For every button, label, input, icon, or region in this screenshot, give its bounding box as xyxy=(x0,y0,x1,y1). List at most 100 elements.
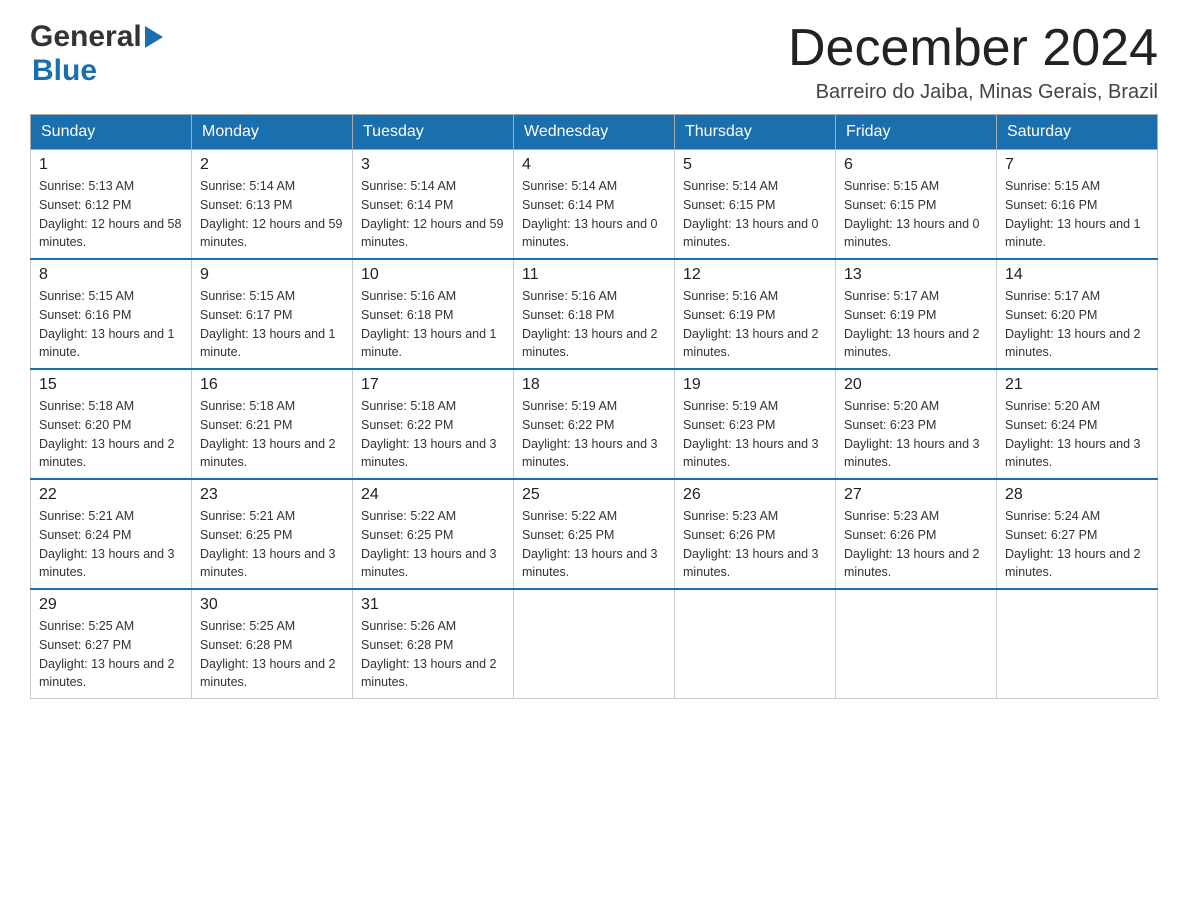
table-row: 20Sunrise: 5:20 AMSunset: 6:23 PMDayligh… xyxy=(836,369,997,479)
day-number: 21 xyxy=(1005,376,1149,394)
table-row xyxy=(836,589,997,699)
day-info: Sunrise: 5:14 AMSunset: 6:13 PMDaylight:… xyxy=(200,177,344,252)
table-row: 7 Sunrise: 5:15 AMSunset: 6:16 PMDaylight… xyxy=(997,150,1158,260)
table-row: 12Sunrise: 5:16 AMSunset: 6:19 PMDayligh… xyxy=(675,259,836,369)
table-row: 13 Sunrise: 5:17 AMSunset: 6:19 PMDayligh… xyxy=(836,259,997,369)
day-number: 22 xyxy=(39,486,183,504)
day-number: 13 xyxy=(844,266,988,284)
day-info: Sunrise: 5:17 AMSunset: 6:19 PMDaylight:… xyxy=(844,287,988,362)
calendar-header-row: Sunday Monday Tuesday Wednesday Thursday… xyxy=(31,115,1158,150)
calendar-week-row: 8 Sunrise: 5:15 AMSunset: 6:16 PMDaylight… xyxy=(31,259,1158,369)
day-info: Sunrise: 5:16 AMSunset: 6:18 PMDaylight:… xyxy=(522,287,666,362)
table-row: 29Sunrise: 5:25 AMSunset: 6:27 PMDayligh… xyxy=(31,589,192,699)
day-info: Sunrise: 5:15 AMSunset: 6:16 PMDaylight:… xyxy=(1005,177,1149,252)
day-info: Sunrise: 5:18 AMSunset: 6:20 PMDaylight:… xyxy=(39,397,183,472)
calendar-table: Sunday Monday Tuesday Wednesday Thursday… xyxy=(30,114,1158,699)
table-row: 14Sunrise: 5:17 AMSunset: 6:20 PMDayligh… xyxy=(997,259,1158,369)
day-number: 8 xyxy=(39,266,183,284)
day-number: 24 xyxy=(361,486,505,504)
day-info: Sunrise: 5:14 AMSunset: 6:14 PMDaylight:… xyxy=(522,177,666,252)
day-info: Sunrise: 5:19 AMSunset: 6:22 PMDaylight:… xyxy=(522,397,666,472)
day-info: Sunrise: 5:25 AMSunset: 6:28 PMDaylight:… xyxy=(200,617,344,692)
day-number: 2 xyxy=(200,156,344,174)
day-info: Sunrise: 5:26 AMSunset: 6:28 PMDaylight:… xyxy=(361,617,505,692)
day-number: 23 xyxy=(200,486,344,504)
table-row: 9 Sunrise: 5:15 AMSunset: 6:17 PMDaylight… xyxy=(192,259,353,369)
day-number: 26 xyxy=(683,486,827,504)
logo-general-text: General xyxy=(30,20,142,54)
logo-arrow-icon xyxy=(145,26,163,48)
table-row: 27 Sunrise: 5:23 AMSunset: 6:26 PMDayligh… xyxy=(836,479,997,589)
table-row: 19Sunrise: 5:19 AMSunset: 6:23 PMDayligh… xyxy=(675,369,836,479)
table-row: 2 Sunrise: 5:14 AMSunset: 6:13 PMDaylight… xyxy=(192,150,353,260)
table-row: 6Sunrise: 5:15 AMSunset: 6:15 PMDaylight… xyxy=(836,150,997,260)
col-thursday: Thursday xyxy=(675,115,836,150)
calendar-week-row: 15 Sunrise: 5:18 AMSunset: 6:20 PMDayligh… xyxy=(31,369,1158,479)
day-number: 10 xyxy=(361,266,505,284)
table-row: 17 Sunrise: 5:18 AMSunset: 6:22 PMDayligh… xyxy=(353,369,514,479)
day-number: 9 xyxy=(200,266,344,284)
table-row: 30 Sunrise: 5:25 AMSunset: 6:28 PMDayligh… xyxy=(192,589,353,699)
day-number: 6 xyxy=(844,156,988,174)
col-sunday: Sunday xyxy=(31,115,192,150)
table-row: 3Sunrise: 5:14 AMSunset: 6:14 PMDaylight… xyxy=(353,150,514,260)
day-number: 27 xyxy=(844,486,988,504)
day-info: Sunrise: 5:18 AMSunset: 6:21 PMDaylight:… xyxy=(200,397,344,472)
col-friday: Friday xyxy=(836,115,997,150)
day-info: Sunrise: 5:15 AMSunset: 6:16 PMDaylight:… xyxy=(39,287,183,362)
col-wednesday: Wednesday xyxy=(514,115,675,150)
day-number: 1 xyxy=(39,156,183,174)
calendar-week-row: 1 Sunrise: 5:13 AMSunset: 6:12 PMDaylight… xyxy=(31,150,1158,260)
table-row: 1 Sunrise: 5:13 AMSunset: 6:12 PMDaylight… xyxy=(31,150,192,260)
table-row: 31Sunrise: 5:26 AMSunset: 6:28 PMDayligh… xyxy=(353,589,514,699)
day-number: 30 xyxy=(200,596,344,614)
table-row: 15 Sunrise: 5:18 AMSunset: 6:20 PMDayligh… xyxy=(31,369,192,479)
day-info: Sunrise: 5:15 AMSunset: 6:17 PMDaylight:… xyxy=(200,287,344,362)
day-info: Sunrise: 5:22 AMSunset: 6:25 PMDaylight:… xyxy=(361,507,505,582)
day-info: Sunrise: 5:25 AMSunset: 6:27 PMDaylight:… xyxy=(39,617,183,692)
table-row: 24 Sunrise: 5:22 AMSunset: 6:25 PMDayligh… xyxy=(353,479,514,589)
day-number: 14 xyxy=(1005,266,1149,284)
table-row: 11 Sunrise: 5:16 AMSunset: 6:18 PMDayligh… xyxy=(514,259,675,369)
day-number: 15 xyxy=(39,376,183,394)
day-number: 4 xyxy=(522,156,666,174)
day-number: 7 xyxy=(1005,156,1149,174)
day-info: Sunrise: 5:24 AMSunset: 6:27 PMDaylight:… xyxy=(1005,507,1149,582)
day-number: 11 xyxy=(522,266,666,284)
day-info: Sunrise: 5:16 AMSunset: 6:19 PMDaylight:… xyxy=(683,287,827,362)
calendar-week-row: 29Sunrise: 5:25 AMSunset: 6:27 PMDayligh… xyxy=(31,589,1158,699)
day-number: 17 xyxy=(361,376,505,394)
table-row: 18 Sunrise: 5:19 AMSunset: 6:22 PMDayligh… xyxy=(514,369,675,479)
table-row: 25 Sunrise: 5:22 AMSunset: 6:25 PMDayligh… xyxy=(514,479,675,589)
page-header: General Blue December 2024 Barreiro do J… xyxy=(30,20,1158,104)
day-info: Sunrise: 5:23 AMSunset: 6:26 PMDaylight:… xyxy=(844,507,988,582)
day-info: Sunrise: 5:14 AMSunset: 6:15 PMDaylight:… xyxy=(683,177,827,252)
logo: General Blue xyxy=(30,20,163,88)
table-row: 16 Sunrise: 5:18 AMSunset: 6:21 PMDayligh… xyxy=(192,369,353,479)
day-info: Sunrise: 5:13 AMSunset: 6:12 PMDaylight:… xyxy=(39,177,183,252)
day-number: 20 xyxy=(844,376,988,394)
day-info: Sunrise: 5:14 AMSunset: 6:14 PMDaylight:… xyxy=(361,177,505,252)
day-info: Sunrise: 5:18 AMSunset: 6:22 PMDaylight:… xyxy=(361,397,505,472)
table-row xyxy=(514,589,675,699)
table-row: 26Sunrise: 5:23 AMSunset: 6:26 PMDayligh… xyxy=(675,479,836,589)
page-subtitle: Barreiro do Jaiba, Minas Gerais, Brazil xyxy=(788,81,1158,104)
day-number: 25 xyxy=(522,486,666,504)
day-number: 18 xyxy=(522,376,666,394)
table-row: 23 Sunrise: 5:21 AMSunset: 6:25 PMDayligh… xyxy=(192,479,353,589)
day-number: 16 xyxy=(200,376,344,394)
day-info: Sunrise: 5:21 AMSunset: 6:24 PMDaylight:… xyxy=(39,507,183,582)
day-info: Sunrise: 5:20 AMSunset: 6:24 PMDaylight:… xyxy=(1005,397,1149,472)
day-info: Sunrise: 5:21 AMSunset: 6:25 PMDaylight:… xyxy=(200,507,344,582)
table-row: 4 Sunrise: 5:14 AMSunset: 6:14 PMDaylight… xyxy=(514,150,675,260)
day-info: Sunrise: 5:19 AMSunset: 6:23 PMDaylight:… xyxy=(683,397,827,472)
col-monday: Monday xyxy=(192,115,353,150)
table-row: 22 Sunrise: 5:21 AMSunset: 6:24 PMDayligh… xyxy=(31,479,192,589)
day-number: 28 xyxy=(1005,486,1149,504)
table-row xyxy=(997,589,1158,699)
page-title: December 2024 xyxy=(788,20,1158,77)
day-number: 5 xyxy=(683,156,827,174)
day-info: Sunrise: 5:22 AMSunset: 6:25 PMDaylight:… xyxy=(522,507,666,582)
day-info: Sunrise: 5:16 AMSunset: 6:18 PMDaylight:… xyxy=(361,287,505,362)
col-tuesday: Tuesday xyxy=(353,115,514,150)
